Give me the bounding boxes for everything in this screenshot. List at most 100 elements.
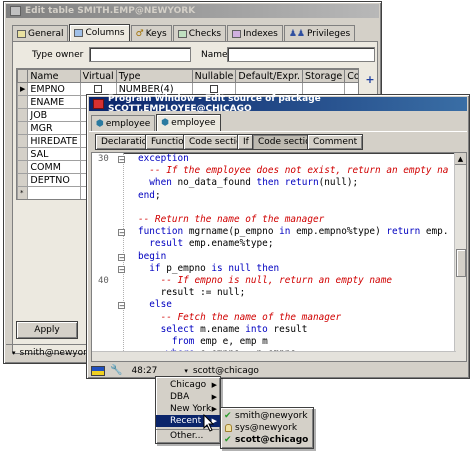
line-number-30: 30 bbox=[98, 154, 109, 164]
table-window-icon bbox=[10, 6, 21, 16]
row-marker[interactable] bbox=[17, 147, 29, 161]
wrench-icon[interactable]: 🔧 bbox=[110, 365, 122, 376]
code-token: mgrname(p_empno bbox=[188, 226, 280, 238]
code-line: -- Return the name of the manager bbox=[138, 214, 448, 226]
name-field[interactable] bbox=[227, 47, 375, 62]
code-token: -- If the employee does not exist, retur… bbox=[138, 165, 449, 177]
column-name-cell[interactable]: JOB bbox=[27, 108, 81, 122]
recent-connection-item[interactable]: ✔ scott@chicago bbox=[221, 434, 313, 446]
program-connection-label[interactable]: scott@chicago bbox=[193, 366, 259, 376]
connection-menu-item[interactable]: Chicago ▶ bbox=[156, 379, 220, 391]
db-icon bbox=[225, 424, 232, 432]
tab-columns[interactable]: Columns bbox=[69, 24, 130, 41]
edit-table-tabs: General Columns ♂ Keys Checks Indexes ♟♟ P… bbox=[12, 24, 356, 41]
row-marker[interactable] bbox=[17, 173, 29, 187]
row-marker[interactable] bbox=[17, 95, 29, 109]
recent-connection-item[interactable]: sys@newyork bbox=[221, 422, 313, 434]
toolbar-comment-button[interactable]: Comment bbox=[307, 134, 364, 150]
column-name-cell[interactable]: ENAME bbox=[27, 95, 81, 109]
row-marker[interactable]: ▶ bbox=[17, 82, 29, 96]
program-window-statusbar: 🔧 48:27 ▾ scott@chicago bbox=[89, 363, 467, 378]
code-line: result emp.ename%type; bbox=[138, 238, 448, 250]
editor-scroll-thumb[interactable] bbox=[456, 249, 466, 277]
code-line: if p_empno is null then bbox=[138, 263, 448, 275]
column-name-cell[interactable] bbox=[27, 186, 81, 199]
row-marker[interactable] bbox=[17, 134, 29, 148]
dropdown-arrow-icon[interactable]: ▾ bbox=[12, 349, 16, 357]
code-token: is null then bbox=[211, 262, 280, 274]
tab-checks[interactable]: Checks bbox=[172, 25, 227, 41]
code-token: select bbox=[138, 323, 201, 335]
row-marker[interactable] bbox=[17, 121, 29, 135]
table-connection-label[interactable]: smith@newyork bbox=[20, 348, 93, 358]
add-column-button[interactable]: + bbox=[363, 72, 377, 86]
tab-privileges[interactable]: ♟♟ Privileges bbox=[283, 25, 356, 41]
editor-vertical-scrollbar[interactable]: ▲ bbox=[454, 153, 466, 361]
code-line: -- Fetch the name of the manager bbox=[138, 312, 448, 324]
fold-toggle-icon[interactable]: − bbox=[118, 265, 125, 273]
connection-dropdown-icon[interactable]: ▾ bbox=[184, 367, 188, 375]
code-token: -- If empno is null, return an empty nam… bbox=[138, 275, 392, 287]
tab-keys[interactable]: ♂ Keys bbox=[130, 25, 172, 41]
column-name-cell[interactable]: DEPTNO bbox=[27, 173, 81, 187]
code-token: result bbox=[273, 323, 308, 335]
code-token: result := null; bbox=[138, 287, 246, 299]
code-text: exception -- If the employee does not ex… bbox=[138, 153, 448, 360]
nullable-checkbox[interactable] bbox=[210, 85, 219, 93]
col-header-comment[interactable]: Comm bbox=[344, 69, 358, 83]
code-token: else bbox=[138, 299, 172, 311]
column-name-cell[interactable]: COMM bbox=[27, 160, 81, 174]
tab-general[interactable]: General bbox=[12, 25, 69, 41]
col-header-default[interactable]: Default/Expr. bbox=[235, 69, 304, 83]
connection-menu-item[interactable]: DBA ▶ bbox=[156, 391, 220, 403]
program-window-title: Program Window - Edit source of package … bbox=[107, 94, 321, 114]
apply-button[interactable]: Apply bbox=[16, 321, 78, 339]
code-token: into bbox=[245, 323, 274, 335]
general-tab-icon bbox=[17, 29, 26, 38]
code-token: result bbox=[138, 238, 189, 250]
tab-package-body[interactable]: ⬢ employee bbox=[156, 114, 221, 131]
program-window: Program Window - Edit source of package … bbox=[86, 94, 470, 379]
recent-submenu: ✔ smith@newyork sys@newyork ✔ scott@chicago bbox=[220, 407, 314, 449]
column-name-cell[interactable]: SAL bbox=[27, 147, 81, 161]
col-header-name[interactable]: Name bbox=[27, 69, 81, 83]
col-header-type[interactable]: Type bbox=[115, 69, 193, 83]
scroll-up-arrow-icon[interactable]: ▲ bbox=[455, 153, 466, 165]
edit-table-titlebar[interactable]: Edit table SMITH.EMP@NEWYORK bbox=[6, 4, 379, 18]
type-owner-field[interactable] bbox=[89, 47, 191, 62]
code-line: -- If empno is null, return an empty nam… bbox=[138, 275, 448, 287]
code-line: select m.ename into result bbox=[138, 324, 448, 336]
fold-toggle-icon[interactable]: − bbox=[118, 253, 125, 261]
line-number-40: 40 bbox=[98, 276, 109, 286]
program-window-icon bbox=[93, 99, 104, 109]
column-name-cell[interactable]: MGR bbox=[27, 121, 81, 135]
virtual-checkbox[interactable] bbox=[94, 85, 103, 93]
tab-package-spec[interactable]: ⬢ employee bbox=[91, 115, 156, 131]
checkmark-icon: ✔ bbox=[224, 435, 232, 445]
column-name-cell[interactable]: EMPNO bbox=[27, 82, 81, 96]
code-token: ; bbox=[154, 189, 161, 201]
fold-toggle-icon[interactable]: − bbox=[118, 302, 125, 310]
code-editor[interactable]: 30 40 − − − − − exception -- If the employee… bbox=[91, 152, 467, 362]
col-header-virtual[interactable]: Virtual bbox=[79, 69, 117, 83]
package-body-icon: ⬢ bbox=[161, 118, 170, 128]
tab-indexes[interactable]: Indexes bbox=[227, 25, 283, 41]
fold-toggle-icon[interactable]: − bbox=[118, 156, 125, 164]
row-marker[interactable] bbox=[17, 108, 29, 122]
col-header-storage[interactable]: Storage bbox=[302, 69, 346, 83]
recent-connection-item[interactable]: ✔ smith@newyork bbox=[221, 410, 313, 422]
program-tabs: ⬢ employee ⬢ employee bbox=[91, 114, 222, 131]
type-owner-label: Type owner bbox=[32, 50, 84, 60]
fold-toggle-icon[interactable]: − bbox=[118, 229, 125, 237]
row-marker[interactable] bbox=[17, 160, 29, 174]
connection-menu: Chicago ▶ DBA ▶ New York ▶ Recent ▶ Other... bbox=[155, 376, 221, 444]
row-marker[interactable]: * bbox=[17, 186, 29, 199]
col-header-nullable[interactable]: Nullable bbox=[191, 69, 237, 83]
program-window-titlebar[interactable]: Program Window - Edit source of package … bbox=[89, 94, 467, 114]
column-name-cell[interactable]: HIREDATE bbox=[27, 134, 81, 148]
submenu-arrow-icon: ▶ bbox=[211, 381, 217, 389]
code-token: begin bbox=[138, 250, 167, 262]
editor-horizontal-scrollbar[interactable] bbox=[92, 351, 456, 361]
code-line: else bbox=[138, 299, 448, 311]
code-token: p_empno bbox=[166, 262, 212, 274]
